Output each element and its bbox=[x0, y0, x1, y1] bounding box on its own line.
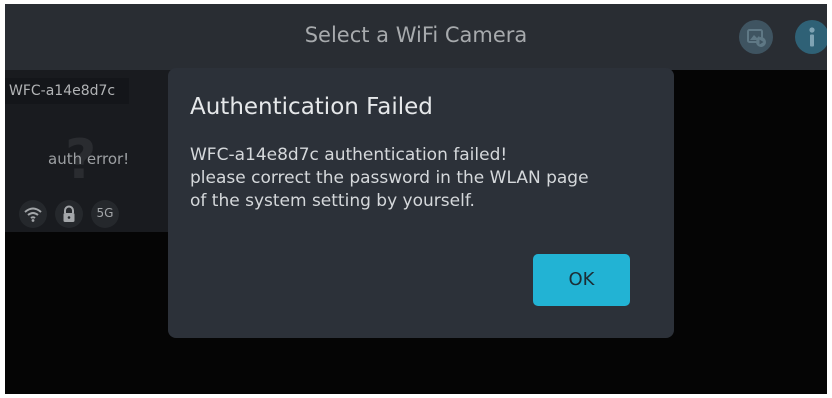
dialog-message-line: WFC-a14e8d7c authentication failed! bbox=[190, 145, 508, 165]
lock-icon bbox=[63, 205, 75, 222]
band-badge: 5G bbox=[91, 200, 119, 228]
dialog-message-line: please correct the password in the WLAN … bbox=[190, 168, 589, 188]
info-icon bbox=[809, 27, 815, 47]
dialog-message-line: of the system setting by yourself. bbox=[190, 191, 475, 211]
info-button[interactable] bbox=[795, 20, 827, 54]
wifi-icon bbox=[24, 207, 42, 222]
gallery-play-icon bbox=[747, 29, 766, 47]
auth-failed-dialog: Authentication Failed WFC-a14e8d7c authe… bbox=[168, 68, 674, 338]
wifi-badge bbox=[19, 200, 47, 228]
app-screen: Select a WiFi Camera WFC-a14e8d7c ? auth… bbox=[5, 4, 827, 394]
ok-button[interactable]: OK bbox=[533, 254, 630, 306]
band-label: 5G bbox=[96, 206, 114, 220]
camera-status: auth error! bbox=[48, 150, 130, 168]
camera-card[interactable]: WFC-a14e8d7c ? auth error! 5G bbox=[5, 70, 191, 232]
dialog-title: Authentication Failed bbox=[190, 94, 433, 120]
dialog-message: WFC-a14e8d7c authentication failed! plea… bbox=[190, 144, 660, 213]
lock-badge bbox=[55, 200, 83, 228]
page-title: Select a WiFi Camera bbox=[304, 23, 528, 47]
camera-name: WFC-a14e8d7c bbox=[9, 83, 116, 99]
top-bar: Select a WiFi Camera bbox=[5, 4, 827, 70]
gallery-button[interactable] bbox=[739, 20, 773, 54]
